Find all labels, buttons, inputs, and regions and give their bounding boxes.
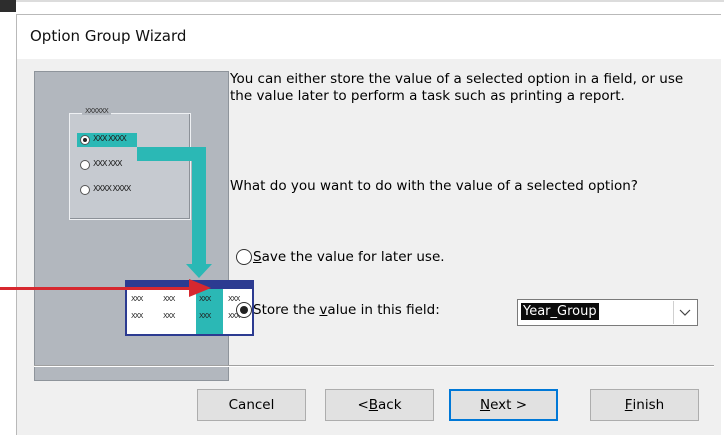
cancel-button[interactable]: Cancel — [197, 389, 306, 421]
dialog-divider — [34, 365, 714, 367]
illustration-group-label: XXXXXX — [82, 107, 111, 115]
illustration-radio-icon — [80, 160, 90, 170]
option-group-wizard-dialog: Option Group Wizard XXXXXX XXX XXXX XXX … — [16, 14, 721, 435]
wizard-question: What do you want to do with the value of… — [230, 178, 638, 194]
illustration-arrow-head-icon — [186, 264, 212, 278]
title-bar: Option Group Wizard — [17, 15, 721, 59]
store-in-field-option[interactable]: Store the value in this field: — [236, 300, 440, 320]
store-in-field-label: Store the value in this field: — [253, 302, 440, 318]
illustration-option: XXX XXXX — [77, 133, 137, 147]
chevron-down-icon[interactable] — [673, 301, 696, 324]
background-edge — [0, 0, 724, 2]
back-button[interactable]: < Back — [325, 389, 434, 421]
radio-button-checked-icon[interactable] — [236, 302, 252, 318]
radio-button-unchecked-icon[interactable] — [236, 249, 252, 265]
illustration-table-cell: XXX — [131, 312, 143, 320]
illustration-table-cell: XXX — [199, 312, 211, 320]
save-for-later-label: Save the value for later use. — [253, 249, 445, 265]
save-for-later-option[interactable]: Save the value for later use. — [236, 247, 445, 267]
illustration-table-cell: XXX — [131, 295, 143, 303]
field-select-value[interactable]: Year_Group — [521, 303, 599, 320]
window-title: Option Group Wizard — [30, 27, 187, 45]
illustration-arrow-icon — [192, 147, 206, 265]
background-window-fragment — [0, 0, 16, 12]
wizard-illustration: XXXXXX XXX XXXX XXX XXX XXXX XXXX XXX XX… — [34, 71, 254, 381]
illustration-radio-icon — [80, 185, 90, 195]
illustration-option-text: XXX XXXX — [93, 134, 127, 143]
illustration-option-text: XXXX XXXX — [93, 184, 131, 193]
illustration-table-cell: XXX — [163, 312, 175, 320]
illustration-option-text: XXX XXX — [93, 159, 122, 168]
illustration-radio-icon — [80, 135, 90, 145]
illustration-option: XXXX XXXX — [77, 183, 175, 197]
wizard-description: You can either store the value of a sele… — [230, 71, 684, 104]
annotation-arrow-icon — [0, 287, 192, 290]
next-button[interactable]: Next > — [449, 389, 558, 421]
illustration-option-group: XXXXXX XXX XXXX XXX XXX XXXX XXXX — [69, 107, 191, 220]
annotation-arrow-head-icon — [189, 279, 211, 297]
illustration-table-cell: XXX — [163, 295, 175, 303]
finish-button[interactable]: Finish — [590, 389, 699, 421]
field-select-dropdown[interactable]: Year_Group — [517, 299, 698, 326]
